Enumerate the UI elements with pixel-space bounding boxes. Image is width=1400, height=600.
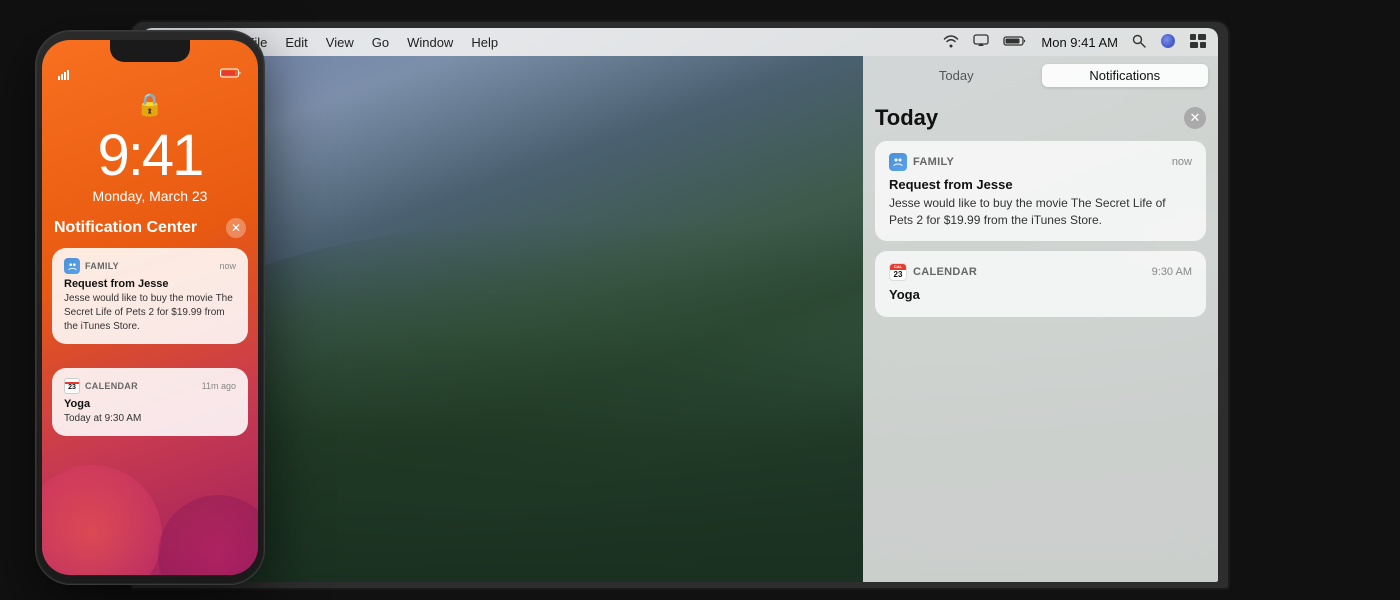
notif-body: Today ✕ xyxy=(863,93,1218,582)
notif-today-title: Today xyxy=(875,105,938,131)
cal-icon-num: 23 xyxy=(894,270,903,280)
notif-card-app-calendar: CAL 23 CALENDAR xyxy=(889,263,977,281)
battery-icon xyxy=(1003,34,1027,50)
notif-card-family-header: FAMILY now xyxy=(889,153,1192,171)
iphone-card-calendar: 23 CALENDAR 11m ago Yoga Today at 9:30 A… xyxy=(52,368,248,436)
notif-card-calendar-header: CAL 23 CALENDAR 9:30 AM xyxy=(889,263,1192,281)
iphone-family-body: Jesse would like to buy the movie The Se… xyxy=(64,292,236,334)
view-menu[interactable]: View xyxy=(326,35,354,50)
iphone-lock-icon: 🔒 xyxy=(136,92,163,118)
iphone-nc-title: Notification Center xyxy=(54,219,197,237)
family-app-icon xyxy=(889,153,907,171)
iphone-signal xyxy=(58,70,70,80)
family-notif-title: Request from Jesse xyxy=(889,177,1192,192)
macbook-body: 🍎 Finder File Edit View Go Window Help xyxy=(130,20,1230,590)
go-menu[interactable]: Go xyxy=(372,35,389,50)
family-notif-time: now xyxy=(1172,156,1192,168)
iphone-cal-num: 23 xyxy=(68,384,76,391)
family-notif-body: Jesse would like to buy the movie The Se… xyxy=(889,195,1192,229)
siri-icon[interactable] xyxy=(1160,33,1176,52)
iphone-family-app-name: FAMILY xyxy=(85,261,119,271)
iphone-family-title: Request from Jesse xyxy=(64,278,236,290)
iphone-calendar-title: Yoga xyxy=(64,398,236,410)
notif-card-app-family: FAMILY xyxy=(889,153,954,171)
iphone-family-time: now xyxy=(219,261,236,271)
airplay-icon[interactable] xyxy=(973,34,989,50)
notif-section-header: Today ✕ xyxy=(875,105,1206,131)
macbook: 🍎 Finder File Edit View Go Window Help xyxy=(130,20,1230,590)
cal-icon-top: CAL xyxy=(890,263,906,270)
notification-panel: Today Notifications Today ✕ xyxy=(863,56,1218,582)
tab-notifications[interactable]: Notifications xyxy=(1042,64,1209,87)
edit-menu[interactable]: Edit xyxy=(285,35,307,50)
iphone-calendar-icon: 23 xyxy=(64,378,80,394)
macbook-screen-bezel: 🍎 Finder File Edit View Go Window Help xyxy=(142,28,1218,582)
iphone-battery-icon xyxy=(220,68,242,80)
blob2 xyxy=(158,495,258,575)
iphone-card-calendar-header: 23 CALENDAR 11m ago xyxy=(64,378,236,394)
menubar-time: Mon 9:41 AM xyxy=(1041,35,1118,50)
family-app-name: FAMILY xyxy=(913,156,954,168)
window-menu[interactable]: Window xyxy=(407,35,453,50)
tab-today[interactable]: Today xyxy=(873,64,1040,87)
iphone-blob xyxy=(42,455,258,575)
blob1 xyxy=(42,465,162,575)
notif-card-calendar: CAL 23 CALENDAR 9:30 AM Yoga xyxy=(875,251,1206,317)
iphone-calendar-app-name: CALENDAR xyxy=(85,381,138,391)
calendar-notif-time: 9:30 AM xyxy=(1152,266,1192,278)
iphone-family-icon xyxy=(64,258,80,274)
wifi-icon[interactable] xyxy=(943,34,959,51)
notif-card-family: FAMILY now Request from Jesse Jesse woul… xyxy=(875,141,1206,241)
scene: 🍎 Finder File Edit View Go Window Help xyxy=(0,0,1400,600)
menubar-right: Mon 9:41 AM xyxy=(943,33,1218,52)
search-icon[interactable] xyxy=(1132,34,1146,51)
iphone-time: 9:41 xyxy=(98,122,203,189)
help-menu[interactable]: Help xyxy=(471,35,498,50)
iphone-calendar-time: 11m ago xyxy=(202,381,236,391)
iphone-notch xyxy=(110,40,190,62)
menubar: 🍎 Finder File Edit View Go Window Help xyxy=(142,28,1218,56)
iphone-card-family: FAMILY now Request from Jesse Jesse woul… xyxy=(52,248,248,344)
calendar-notif-title: Yoga xyxy=(889,287,1192,302)
iphone-nc-header: Notification Center ✕ xyxy=(54,218,246,238)
iphone-calendar-body: Today at 9:30 AM xyxy=(64,412,236,426)
calendar-app-icon: CAL 23 xyxy=(889,263,907,281)
iphone-card-app-family: FAMILY xyxy=(64,258,119,274)
iphone-date: Monday, March 23 xyxy=(93,188,208,204)
calendar-app-name: CALENDAR xyxy=(913,266,977,278)
notif-clear-button[interactable]: ✕ xyxy=(1184,107,1206,129)
iphone: 🔒 9:41 Monday, March 23 Notification Cen… xyxy=(35,30,265,585)
iphone-nc-close-button[interactable]: ✕ xyxy=(226,218,246,238)
iphone-card-app-calendar: 23 CALENDAR xyxy=(64,378,138,394)
notif-tabs: Today Notifications xyxy=(863,56,1218,93)
control-center-icon[interactable] xyxy=(1190,34,1206,51)
iphone-card-family-header: FAMILY now xyxy=(64,258,236,274)
iphone-screen: 🔒 9:41 Monday, March 23 Notification Cen… xyxy=(42,40,258,575)
